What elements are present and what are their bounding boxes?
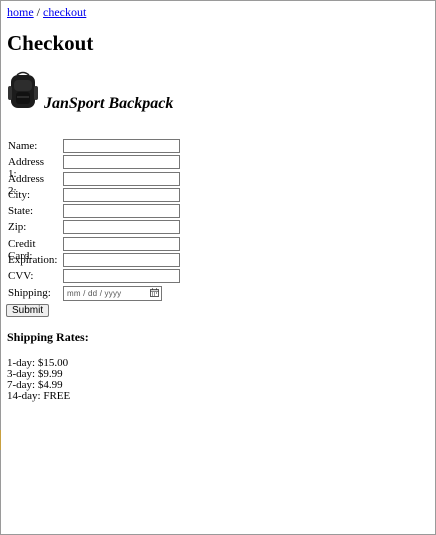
breadcrumb-separator: / xyxy=(36,5,41,19)
backpack-icon xyxy=(8,71,38,108)
cvv-label: CVV: xyxy=(8,270,34,283)
city-input[interactable] xyxy=(63,187,180,202)
calendar-icon[interactable] xyxy=(150,287,159,297)
state-input[interactable] xyxy=(63,204,180,219)
address1-input[interactable] xyxy=(63,155,180,170)
shipping-rates-title: Shipping Rates: xyxy=(7,330,89,344)
expiration-input[interactable] xyxy=(63,253,180,268)
breadcrumb-checkout-link[interactable]: checkout xyxy=(43,5,86,19)
page-title: Checkout xyxy=(7,31,94,55)
product-name: JanSport Backpack xyxy=(44,95,174,112)
address2-input[interactable] xyxy=(63,171,180,186)
browser-frame xyxy=(0,0,436,535)
shipping-date-placeholder: mm / dd / yyyy xyxy=(67,288,122,298)
zip-label: Zip: xyxy=(8,221,27,234)
zip-input[interactable] xyxy=(63,220,180,235)
rate-14-day: 14-day: FREE xyxy=(7,390,71,402)
breadcrumb-home-link[interactable]: home xyxy=(7,5,34,19)
cvv-input[interactable] xyxy=(63,269,180,284)
shipping-rates-list: 1-day: $15.00 3-day: $9.99 7-day: $4.99 … xyxy=(7,358,70,402)
city-label: City: xyxy=(8,188,31,201)
expiration-label: Expiration: xyxy=(8,254,58,267)
name-label: Name: xyxy=(8,140,38,152)
edge-mark xyxy=(0,430,1,450)
name-input[interactable] xyxy=(63,139,180,153)
credit-card-input[interactable] xyxy=(63,236,180,251)
submit-button[interactable]: Submit xyxy=(6,304,50,317)
breadcrumb: home / checkout xyxy=(7,5,86,20)
shipping-date-input[interactable]: mm / dd / yyyy xyxy=(63,285,162,301)
shipping-label: Shipping: xyxy=(8,286,51,299)
state-label: State: xyxy=(8,205,34,218)
